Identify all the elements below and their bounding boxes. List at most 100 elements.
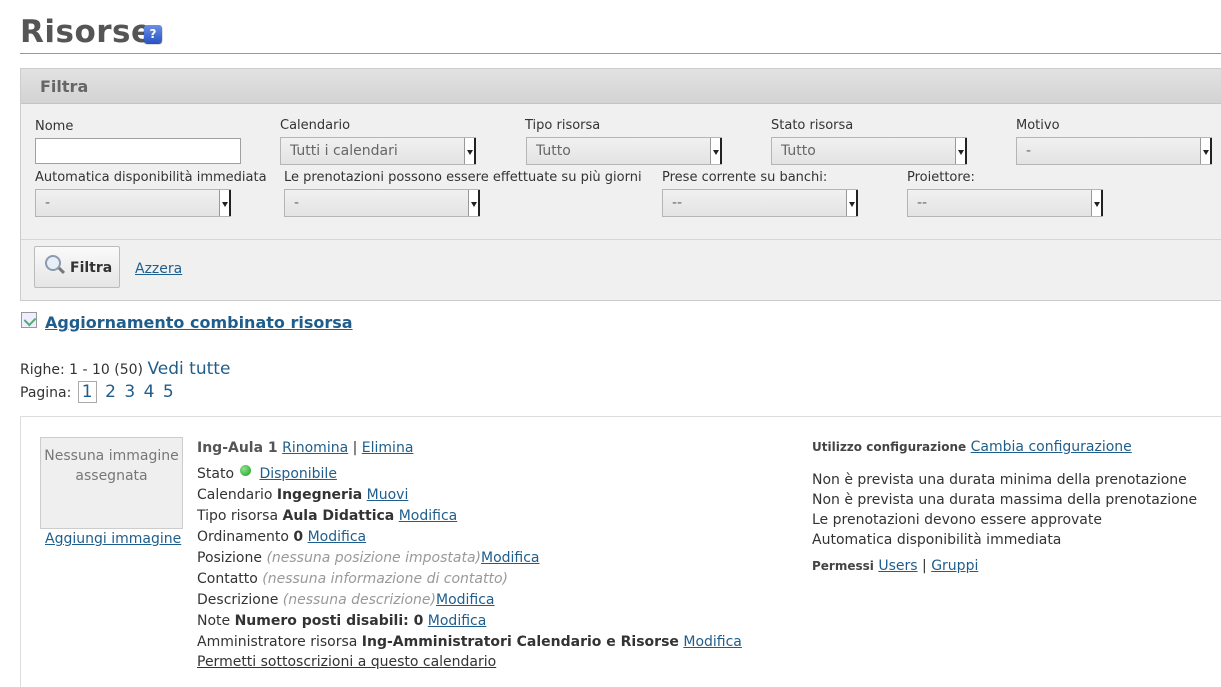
page-label: Pagina:: [20, 385, 72, 401]
contact-field-label: Contatto: [197, 571, 258, 587]
rule-item: Le prenotazioni devono essere approvate: [812, 512, 1102, 528]
rows-info: Righe: 1 - 10 (50) Vedi tutte: [20, 359, 230, 379]
type-label: Tipo risorsa: [525, 118, 601, 133]
type-select-value: Tutto: [536, 143, 571, 159]
contact-field-value: (nessuna informazione di contatto): [262, 571, 508, 587]
contact-row: Contatto (nessuna informazione di contat…: [197, 571, 508, 587]
groups-link[interactable]: Gruppi: [931, 558, 978, 574]
status-select-value: Tutto: [781, 143, 816, 159]
notes-field-value: Numero posti disabili: 0: [234, 613, 424, 629]
admin-field-label: Amministratore risorsa: [197, 634, 358, 650]
status-link[interactable]: Disponibile: [259, 466, 336, 482]
notes-row: Note Numero posti disabili: 0 Modifica: [197, 613, 486, 629]
multiday-select[interactable]: -: [284, 189, 480, 217]
type-select[interactable]: Tutto: [526, 137, 722, 165]
position-field-value: (nessuna posizione impostata): [266, 550, 481, 566]
type-field-label: Tipo risorsa: [197, 508, 279, 524]
edit-description-link[interactable]: Modifica: [436, 592, 495, 608]
calendar-field-value: Ingegneria: [276, 487, 363, 503]
rename-link[interactable]: Rinomina: [282, 440, 348, 456]
admin-field-value: Ing-Amministratori Calendario e Risorse: [361, 634, 679, 650]
power-outlets-label: Prese corrente su banchi:: [662, 170, 828, 185]
reason-label: Motivo: [1016, 118, 1060, 133]
page-title: Risorse: [20, 14, 153, 50]
filter-button[interactable]: Filtra: [34, 246, 120, 288]
projector-label: Proiettore:: [907, 170, 975, 185]
dropdown-arrow-icon: [846, 190, 858, 216]
position-field-label: Posizione: [197, 550, 262, 566]
status-select[interactable]: Tutto: [771, 137, 967, 165]
auto-availability-select[interactable]: -: [35, 189, 231, 217]
projector-select-value: --: [917, 195, 928, 211]
edit-position-link[interactable]: Modifica: [481, 550, 540, 566]
filter-button-label: Filtra: [70, 260, 113, 276]
dropdown-arrow-icon: [464, 138, 476, 164]
dropdown-arrow-icon: [1091, 190, 1103, 216]
admin-row: Amministratore risorsa Ing-Amministrator…: [197, 634, 742, 650]
resource-name-row: Ing-Aula 1 Rinomina | Elimina: [197, 440, 413, 456]
reason-select[interactable]: -: [1016, 137, 1212, 165]
reason-select-value: -: [1026, 143, 1032, 159]
calendar-field-label: Calendario: [197, 487, 273, 503]
combined-update-link[interactable]: Aggiornamento combinato risorsa: [45, 313, 353, 332]
search-icon: [45, 255, 61, 271]
add-image-link[interactable]: Aggiungi immagine: [45, 531, 181, 547]
page-link[interactable]: 1: [77, 381, 97, 403]
config-label: Utilizzo configurazione: [812, 440, 967, 454]
filter-divider: [21, 239, 1221, 240]
pagination: Pagina: 1 2 3 4 5: [20, 381, 174, 403]
move-link[interactable]: Muovi: [367, 487, 409, 503]
order-field-value: 0: [293, 529, 304, 545]
help-icon[interactable]: ?: [144, 25, 162, 43]
description-field-value: (nessuna descrizione): [282, 592, 436, 608]
page-link[interactable]: 2: [105, 382, 116, 402]
permissions-label: Permessi: [812, 559, 874, 573]
delete-link[interactable]: Elimina: [362, 440, 414, 456]
description-row: Descrizione (nessuna descrizione)Modific…: [197, 592, 495, 608]
calendar-select[interactable]: Tutti i calendari: [280, 137, 476, 165]
status-label: Stato risorsa: [771, 118, 854, 133]
resource-name: Ing-Aula 1: [197, 440, 278, 456]
config-row: Utilizzo configurazione Cambia configura…: [812, 439, 1132, 455]
reset-link[interactable]: Azzera: [135, 261, 182, 277]
edit-type-link[interactable]: Modifica: [399, 508, 458, 524]
rows-count: Righe: 1 - 10 (50): [20, 362, 144, 378]
separator: |: [352, 440, 358, 456]
calendar-row: Calendario Ingegneria Muovi: [197, 487, 408, 503]
separator: |: [922, 558, 927, 574]
change-config-link[interactable]: Cambia configurazione: [971, 439, 1132, 455]
rule-item: Non è prevista una durata minima della p…: [812, 472, 1187, 488]
page-link[interactable]: 3: [124, 382, 135, 402]
edit-notes-link[interactable]: Modifica: [428, 613, 487, 629]
power-outlets-select[interactable]: --: [662, 189, 858, 217]
status-row: Stato Disponibile: [197, 465, 337, 482]
name-input[interactable]: [35, 138, 241, 164]
dropdown-arrow-icon: [1200, 138, 1212, 164]
auto-availability-label: Automatica disponibilità immediata: [35, 170, 267, 185]
page-link[interactable]: 5: [163, 382, 174, 402]
calendar-label: Calendario: [280, 118, 351, 133]
rule-item: Non è prevista una durata massima della …: [812, 492, 1198, 508]
type-row: Tipo risorsa Aula Didattica Modifica: [197, 508, 457, 524]
type-field-value: Aula Didattica: [282, 508, 395, 524]
edit-order-link[interactable]: Modifica: [308, 529, 367, 545]
auto-availability-value: -: [45, 195, 51, 211]
dropdown-arrow-icon: [955, 138, 967, 164]
bulk-edit-icon: [21, 312, 37, 328]
view-all-link[interactable]: Vedi tutte: [147, 359, 230, 379]
filter-header: Filtra: [21, 69, 1221, 104]
no-image-text: Nessuna immagine assegnata: [44, 448, 179, 484]
dropdown-arrow-icon: [468, 190, 480, 216]
filter-panel: Filtra Nome Calendario Tutti i calendari…: [20, 68, 1221, 301]
description-field-label: Descrizione: [197, 592, 279, 608]
resource-divider: [20, 416, 1221, 417]
edit-admin-link[interactable]: Modifica: [683, 634, 742, 650]
subscribe-link[interactable]: Permetti sottoscrizioni a questo calenda…: [197, 654, 496, 670]
page-link[interactable]: 4: [144, 382, 155, 402]
users-link[interactable]: Users: [878, 558, 917, 574]
rule-item: Automatica disponibilità immediata: [812, 532, 1062, 548]
order-row: Ordinamento 0 Modifica: [197, 529, 366, 545]
name-label: Nome: [35, 119, 74, 134]
projector-select[interactable]: --: [907, 189, 1103, 217]
dropdown-arrow-icon: [219, 190, 231, 216]
